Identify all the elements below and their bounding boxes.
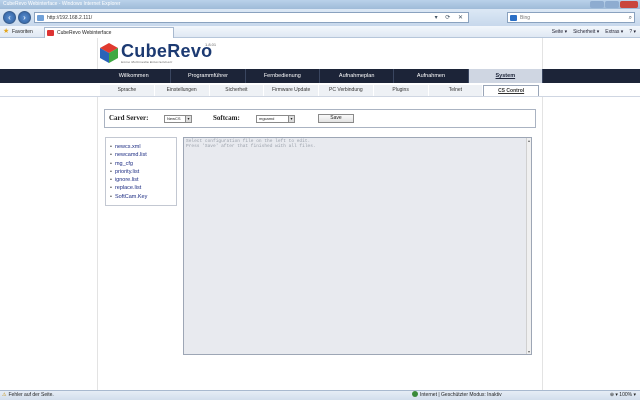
- sub-nav: Sprache Einstellungen Sicherheit Firmwar…: [0, 83, 640, 97]
- logo-wordmark: CubeRevo: [121, 41, 212, 62]
- softcam-label: Softcam:: [213, 114, 240, 122]
- version-label: 1.8.01: [205, 42, 217, 47]
- main-nav-item-willkommen[interactable]: Willkommen: [97, 69, 172, 83]
- bullet-icon: •: [110, 168, 112, 175]
- logo-tagline: Home Multimedia Entertainment: [121, 60, 173, 64]
- file-link[interactable]: priority.list: [115, 169, 139, 175]
- list-item[interactable]: • mg_cfg: [110, 160, 176, 168]
- main-nav-item-programmfuehrer[interactable]: Programmführer: [171, 69, 246, 83]
- list-item[interactable]: • priority.list: [110, 168, 176, 176]
- browser-tab[interactable]: CubeRevo Webinterface: [44, 27, 174, 38]
- softcam-value: mgcamd: [259, 116, 275, 121]
- config-file-list: • newcs.xml • newcamd.list • mg_cfg • priori…: [105, 137, 177, 206]
- favorites-button[interactable]: Favoriten: [12, 26, 33, 38]
- file-link[interactable]: SoftCam.Key: [115, 194, 147, 200]
- bullet-icon: •: [110, 185, 112, 192]
- list-item[interactable]: • SoftCam.Key: [110, 193, 176, 201]
- main-nav-item-aufnahmeplan[interactable]: Aufnahmeplan: [320, 69, 395, 83]
- card-server-value: NewCS: [167, 116, 181, 121]
- page-icon: [37, 15, 44, 21]
- tab-favicon-icon: [47, 30, 54, 36]
- file-link[interactable]: ignore.list: [115, 177, 139, 183]
- status-bar: ⚠ Fehler auf der Seite. Internet | Geschü…: [0, 390, 640, 400]
- page-viewport: CubeRevo Home Multimedia Entertainment 1…: [0, 38, 640, 390]
- sub-nav-item-einstellungen[interactable]: Einstellungen: [154, 85, 209, 96]
- save-button[interactable]: Save: [318, 114, 354, 123]
- status-zone: Internet | Geschützter Modus: Inaktiv: [412, 391, 502, 400]
- window-titlebar: CubeRevo Webinterface - Windows Internet…: [0, 0, 640, 9]
- address-toolbar: ‹ › http://192.168.2.111/ ▾ ⟳ ✕ Bing ⌕: [0, 9, 640, 26]
- list-item[interactable]: • replace.list: [110, 184, 176, 192]
- sub-nav-item-cs-control[interactable]: CS Control: [483, 85, 539, 96]
- bullet-icon: •: [110, 144, 112, 150]
- sub-nav-item-plugins[interactable]: Plugins: [373, 85, 428, 96]
- file-link[interactable]: newcs.xml: [115, 144, 141, 150]
- card-server-select[interactable]: NewCS ▾: [164, 115, 192, 123]
- scroll-down-icon[interactable]: ▾: [527, 349, 531, 354]
- window-title: CubeRevo Webinterface - Windows Internet…: [3, 1, 121, 7]
- file-link[interactable]: mg_cfg: [115, 161, 133, 167]
- chevron-down-icon: ▾: [185, 116, 191, 122]
- file-link[interactable]: newcamd.list: [115, 152, 147, 158]
- bullet-icon: •: [110, 152, 112, 159]
- warning-icon: ⚠: [2, 392, 7, 398]
- softcam-select[interactable]: mgcamd ▾: [256, 115, 295, 123]
- sub-nav-item-sicherheit[interactable]: Sicherheit: [209, 85, 264, 96]
- sub-nav-item-pc-verbindung[interactable]: PC Verbindung: [319, 85, 373, 96]
- bing-icon: [510, 15, 517, 21]
- command-tools[interactable]: Extras ▾: [605, 26, 623, 38]
- list-item[interactable]: • newcamd.list: [110, 151, 176, 159]
- status-zone-text: Internet | Geschützter Modus: Inaktiv: [420, 392, 502, 398]
- forward-button[interactable]: ›: [18, 11, 31, 24]
- maximize-button[interactable]: [605, 1, 619, 8]
- main-nav: Willkommen Programmführer Fernbedienung …: [0, 69, 640, 83]
- close-button[interactable]: [620, 1, 638, 8]
- sub-nav-item-telnet[interactable]: Telnet: [428, 85, 483, 96]
- tab-title: CubeRevo Webinterface: [57, 30, 112, 36]
- search-icon[interactable]: ⌕: [629, 13, 632, 23]
- refresh-stop-icons[interactable]: ▾ ⟳ ✕: [435, 13, 466, 23]
- editor-scrollbar[interactable]: ▴ ▾: [526, 138, 531, 354]
- command-page[interactable]: Seite ▾: [552, 26, 567, 38]
- cs-control-bar: Card Server: NewCS ▾ Softcam: mgcamd ▾ S…: [104, 109, 536, 128]
- status-error[interactable]: ⚠ Fehler auf der Seite.: [2, 391, 54, 400]
- command-help[interactable]: ? ▾: [629, 26, 636, 38]
- cube-logo-icon: [100, 43, 118, 63]
- main-nav-item-fernbedienung[interactable]: Fernbedienung: [246, 69, 320, 83]
- favorites-star-icon[interactable]: ★: [3, 26, 9, 38]
- search-input[interactable]: Bing ⌕: [507, 12, 635, 23]
- scroll-up-icon[interactable]: ▴: [527, 138, 531, 143]
- window-controls: [590, 1, 638, 8]
- globe-icon: [412, 391, 418, 397]
- main-nav-item-system[interactable]: System: [468, 69, 543, 83]
- zoom-control[interactable]: ⊕ ▾ 100% ▾: [610, 391, 636, 400]
- minimize-button[interactable]: [590, 1, 604, 8]
- bullet-icon: •: [110, 177, 112, 184]
- main-nav-item-aufnahmen[interactable]: Aufnahmen: [394, 69, 469, 83]
- address-text: http://192.168.2.111/: [47, 15, 93, 21]
- sub-nav-item-sprache[interactable]: Sprache: [100, 85, 154, 96]
- zoom-level: 100%: [619, 392, 633, 398]
- bullet-icon: •: [110, 160, 112, 167]
- command-bar: Seite ▾ Sicherheit ▾ Extras ▾ ? ▾: [552, 26, 636, 38]
- list-item[interactable]: • ignore.list: [110, 176, 176, 184]
- favorites-bar: ★ Favoriten CubeRevo Webinterface Seite …: [0, 26, 640, 38]
- sub-nav-item-firmware-update[interactable]: Firmware Update: [264, 85, 318, 96]
- address-input[interactable]: http://192.168.2.111/ ▾ ⟳ ✕: [34, 12, 469, 23]
- logo-cube-text: Cube: [121, 41, 168, 61]
- file-link[interactable]: replace.list: [115, 185, 141, 191]
- card-server-label: Card Server:: [109, 114, 149, 122]
- search-placeholder: Bing: [520, 15, 531, 21]
- list-item[interactable]: • newcs.xml: [110, 143, 176, 151]
- config-editor-textarea[interactable]: Select configuration file on the left to…: [183, 137, 532, 355]
- back-button[interactable]: ‹: [3, 11, 16, 24]
- status-error-text: Fehler auf der Seite.: [8, 392, 54, 398]
- bullet-icon: •: [110, 193, 112, 200]
- editor-placeholder: Select configuration file on the left to…: [186, 139, 316, 150]
- chevron-down-icon: ▾: [288, 116, 294, 122]
- command-security[interactable]: Sicherheit ▾: [573, 26, 599, 38]
